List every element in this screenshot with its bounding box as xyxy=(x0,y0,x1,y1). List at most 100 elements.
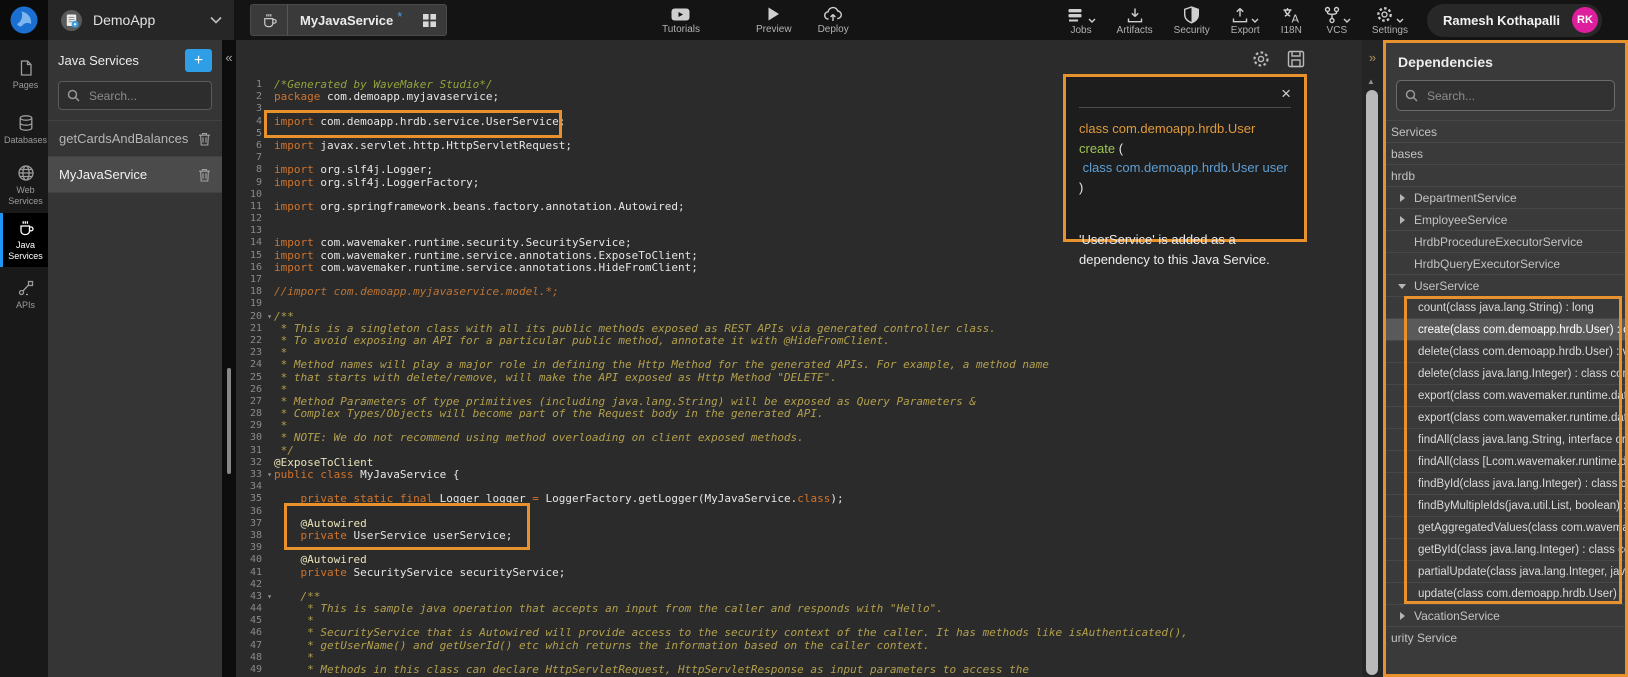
code-line[interactable]: 30 * NOTE: We do not recommend using met… xyxy=(236,432,1362,444)
code-line[interactable]: 19 xyxy=(236,298,1362,310)
sidebar-item-pages[interactable]: Pages xyxy=(0,48,48,102)
dependency-method-item[interactable]: getById(class java.lang.Integer) : class… xyxy=(1386,538,1625,560)
dependency-method-item[interactable]: findAll(class [Lcom.wavemaker.runtime.da xyxy=(1386,450,1625,472)
sidebar-item-java-services[interactable]: Java Services xyxy=(0,213,48,267)
code-line[interactable]: 41 private SecurityService securityServi… xyxy=(236,567,1362,579)
service-item[interactable]: getCardsAndBalances xyxy=(48,121,222,157)
code-line[interactable]: 18//import com.demoapp.myjavaservice.mod… xyxy=(236,286,1362,298)
dependency-tree-item[interactable]: UserService xyxy=(1386,274,1625,296)
line-number: 47 xyxy=(236,640,262,652)
dependency-tree-item[interactable]: DepartmentService xyxy=(1386,186,1625,208)
line-number: 15 xyxy=(236,250,262,262)
chevron-right-icon[interactable] xyxy=(1400,194,1405,202)
search-input[interactable] xyxy=(87,88,203,104)
security-button[interactable]: Security xyxy=(1172,5,1212,36)
line-number: 34 xyxy=(236,481,262,493)
code-line[interactable]: 22 * To avoid exposing an API for a part… xyxy=(236,335,1362,347)
dependency-method-item[interactable]: getAggregatedValues(class com.wavemak xyxy=(1386,516,1625,538)
settings-button[interactable]: Settings xyxy=(1370,5,1410,36)
code-line[interactable]: 28 * Complex Types/Objects will become p… xyxy=(236,408,1362,420)
scroll-up-icon[interactable]: ▲ xyxy=(1367,77,1375,86)
chevron-right-icon[interactable] xyxy=(1400,612,1405,620)
code-line[interactable]: 39 xyxy=(236,542,1362,554)
fold-marker-icon[interactable]: ▾ xyxy=(267,591,272,603)
dependency-method-item[interactable]: create(class com.demoapp.hrdb.User) : cl… xyxy=(1386,318,1625,340)
dependency-method-item[interactable]: export(class com.wavemaker.runtime.data xyxy=(1386,384,1625,406)
export-button[interactable]: Export xyxy=(1229,5,1262,36)
dependency-tree-item[interactable]: bases xyxy=(1386,142,1625,164)
dependency-tree-item[interactable]: HrdbQueryExecutorService xyxy=(1386,252,1625,274)
code-line[interactable]: 49 * Methods in this class can declare H… xyxy=(236,664,1362,676)
project-selector[interactable]: DemoApp xyxy=(48,0,234,40)
dependency-tree-item[interactable]: VacationService xyxy=(1386,604,1625,626)
code-line[interactable]: 47 * getUserName() and getUserId() etc w… xyxy=(236,640,1362,652)
code-line[interactable]: 44 * This is sample java operation that … xyxy=(236,603,1362,615)
dependency-method-item[interactable]: partialUpdate(class java.lang.Integer, j… xyxy=(1386,560,1625,582)
editor-scrollbar[interactable] xyxy=(1366,90,1378,675)
line-number: 18 xyxy=(236,286,262,298)
tab-myjavaservice[interactable]: MyJavaService * xyxy=(250,4,447,36)
dependency-method-item[interactable]: findById(class java.lang.Integer) : clas… xyxy=(1386,472,1625,494)
code-line[interactable]: 25 * that starts with delete/remove, wil… xyxy=(236,372,1362,384)
dependency-tree-item[interactable]: urity Service xyxy=(1386,626,1625,648)
user-menu[interactable]: Ramesh Kothapalli RK xyxy=(1427,4,1602,37)
fold-marker-icon[interactable]: ▾ xyxy=(267,469,272,481)
tree-item-label: VacationService xyxy=(1414,609,1500,623)
collapse-panel-button[interactable]: « xyxy=(222,47,236,67)
fold-marker-icon[interactable]: ▾ xyxy=(267,311,272,323)
dependencies-search[interactable] xyxy=(1396,80,1615,111)
dependency-tree-item[interactable]: hrdb xyxy=(1386,164,1625,186)
dependency-tree-item[interactable]: Services xyxy=(1386,120,1625,142)
sidebar-item-web-services[interactable]: Web Services xyxy=(0,158,48,212)
service-item[interactable]: MyJavaService xyxy=(48,157,222,193)
line-number: 20▾ xyxy=(236,311,262,323)
save-button[interactable] xyxy=(1286,49,1306,69)
sidebar-item-apis[interactable]: APIs xyxy=(0,268,48,322)
code-line[interactable]: 33▾public class MyJavaService { xyxy=(236,469,1362,481)
add-service-button[interactable]: + xyxy=(185,49,212,72)
tree-item-label: bases xyxy=(1391,147,1423,161)
chevron-down-icon[interactable] xyxy=(1398,284,1406,289)
line-number: 37 xyxy=(236,518,262,530)
line-number: 1 xyxy=(236,79,262,91)
expand-panel-button[interactable]: » xyxy=(1364,47,1381,67)
close-icon[interactable]: × xyxy=(1281,85,1291,102)
dependency-method-item[interactable]: findByMultipleIds(java.util.List, boolea… xyxy=(1386,494,1625,516)
dependency-tree-item[interactable]: HrdbProcedureExecutorService xyxy=(1386,230,1625,252)
line-number: 9 xyxy=(236,177,262,189)
deploy-button[interactable]: Deploy xyxy=(816,5,851,35)
dependency-method-item[interactable]: delete(class java.lang.Integer) : class … xyxy=(1386,362,1625,384)
code-line[interactable]: 42 xyxy=(236,579,1362,591)
panel-scrollbar[interactable] xyxy=(227,368,231,474)
jobs-button[interactable]: Jobs xyxy=(1065,5,1098,36)
code-text: * that starts with delete/remove, will m… xyxy=(262,372,837,384)
artifacts-button[interactable]: Artifacts xyxy=(1115,5,1155,36)
dependency-method-item[interactable]: count(class java.lang.String) : long xyxy=(1386,296,1625,318)
sidebar-item-databases[interactable]: Databases xyxy=(0,103,48,157)
grid-icon[interactable] xyxy=(412,5,446,35)
code-line[interactable]: 38 private UserService userService; xyxy=(236,530,1362,542)
chevron-right-icon[interactable] xyxy=(1400,216,1405,224)
trash-icon[interactable] xyxy=(198,132,211,146)
search-input[interactable] xyxy=(1425,88,1606,104)
dependency-method-item[interactable]: delete(class com.demoapp.hrdb.User) : vo… xyxy=(1386,340,1625,362)
i18n-button[interactable]: A I18N xyxy=(1279,5,1304,36)
code-text: private UserService userService; xyxy=(262,530,512,542)
tutorials-button[interactable]: Tutorials xyxy=(660,6,702,35)
dependency-method-item[interactable]: findAll(class java.lang.String, interfac… xyxy=(1386,428,1625,450)
code-line[interactable]: 36 xyxy=(236,506,1362,518)
trash-icon[interactable] xyxy=(198,168,211,182)
tree-item-label: Services xyxy=(1391,125,1437,139)
jobs-icon xyxy=(1067,7,1086,24)
dependency-method-item[interactable]: update(class com.demoapp.hrdb.User) : cl xyxy=(1386,582,1625,604)
chevron-down-icon[interactable] xyxy=(210,16,222,24)
code-line[interactable]: 31 */ xyxy=(236,445,1362,457)
code-line[interactable]: 35 private static final Logger logger = … xyxy=(236,493,1362,505)
dependency-method-item[interactable]: export(class com.wavemaker.runtime.data xyxy=(1386,406,1625,428)
wavemaker-logo-icon[interactable] xyxy=(0,0,48,40)
vcs-button[interactable]: VCS xyxy=(1321,5,1353,36)
services-search[interactable] xyxy=(58,81,212,110)
dependency-tree-item[interactable]: EmployeeService xyxy=(1386,208,1625,230)
preview-button[interactable]: Preview xyxy=(754,5,794,35)
editor-settings-button[interactable] xyxy=(1251,49,1271,69)
